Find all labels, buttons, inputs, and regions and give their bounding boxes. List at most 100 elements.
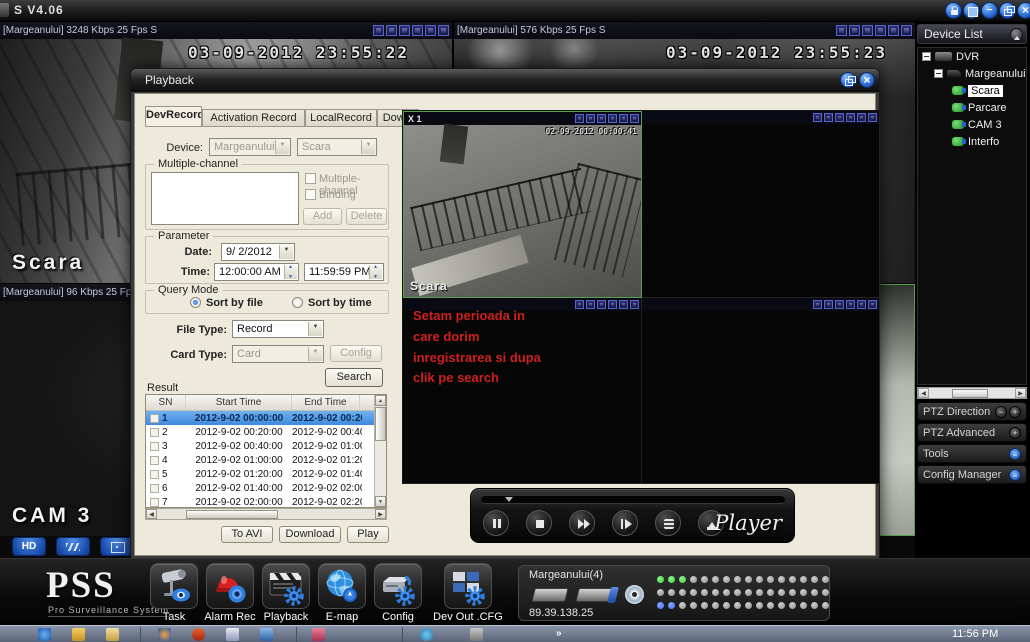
audio-icon[interactable]: [857, 113, 866, 122]
close-icon[interactable]: [630, 114, 639, 123]
rotate-icon[interactable]: [412, 25, 423, 36]
emap-button[interactable]: E-map: [316, 563, 368, 623]
result-row[interactable]: 52012-9-02 01:20:002012-9-02 01:40: [146, 467, 386, 481]
rotate-icon[interactable]: [608, 114, 617, 123]
save-button[interactable]: [963, 2, 980, 19]
multi-view-icon[interactable]: [824, 300, 833, 309]
tools-menu-icon[interactable]: [1009, 448, 1021, 460]
panel-config-manager[interactable]: Config Manager: [917, 465, 1027, 484]
step-forward-button[interactable]: [612, 510, 638, 536]
file-type-select[interactable]: Record: [232, 320, 324, 338]
restore-button[interactable]: [999, 2, 1016, 19]
config-button[interactable]: Config: [330, 345, 382, 362]
fast-forward-button[interactable]: [569, 510, 595, 536]
row-checkbox[interactable]: [150, 498, 159, 507]
tree-node-dvr[interactable]: DVR: [918, 48, 1026, 65]
row-checkbox[interactable]: [150, 484, 159, 493]
to-avi-button[interactable]: To AVI: [221, 526, 273, 543]
preview-cell-1[interactable]: X 1 02-09-2012 00:00:41 Scara: [403, 111, 642, 298]
scroll-left-icon[interactable]: [146, 509, 157, 519]
file-list-button[interactable]: [655, 510, 681, 536]
result-row[interactable]: 12012-9-02 00:00:002012-9-02 00:20: [146, 411, 386, 425]
snapshot-icon[interactable]: [597, 114, 606, 123]
panel-ptz-advanced[interactable]: PTZ Advanced: [917, 423, 1027, 442]
pause-button[interactable]: [483, 510, 509, 536]
preview-cell-3[interactable]: Setam perioada in care dorim inregistrar…: [403, 298, 642, 484]
scroll-right-icon[interactable]: [1015, 388, 1026, 398]
dialog-titlebar[interactable]: Playback: [131, 69, 879, 92]
search-button[interactable]: Search: [325, 368, 383, 387]
os-taskbar[interactable]: 11:56 PM: [0, 625, 1030, 642]
device-select[interactable]: Margeanului: [209, 138, 291, 156]
add-button[interactable]: Add: [303, 208, 342, 225]
expander-icon[interactable]: [922, 52, 931, 61]
multi-view-icon[interactable]: [586, 300, 595, 309]
row-checkbox[interactable]: [150, 428, 159, 437]
audio-icon[interactable]: [888, 25, 899, 36]
panel-ptz-direction[interactable]: PTZ Direction: [917, 402, 1027, 421]
row-checkbox[interactable]: [150, 470, 159, 479]
taskbar-icon[interactable]: [106, 628, 119, 641]
result-row[interactable]: 72012-9-02 02:00:002012-9-02 02:20: [146, 495, 386, 508]
sort-by-time-radio[interactable]: [292, 297, 303, 308]
collapse-toggle-icon[interactable]: [1010, 28, 1023, 41]
sort-by-file-radio[interactable]: [190, 297, 201, 308]
expand-icon[interactable]: [1009, 427, 1021, 439]
tree-node-channel[interactable]: Scara: [918, 82, 1026, 99]
spinner-updown-icon[interactable]: [284, 265, 297, 279]
close-button[interactable]: [1017, 2, 1030, 19]
result-row[interactable]: 42012-9-02 01:00:002012-9-02 01:20: [146, 453, 386, 467]
multi-view-icon[interactable]: [849, 25, 860, 36]
time-start-spinner[interactable]: 12:00:00 AM: [214, 263, 299, 281]
audio-icon[interactable]: [619, 300, 628, 309]
result-row[interactable]: 62012-9-02 01:40:002012-9-02 02:00: [146, 481, 386, 495]
row-checkbox[interactable]: [150, 456, 159, 465]
snapshot-icon[interactable]: [399, 25, 410, 36]
slider-marker[interactable]: [505, 497, 513, 506]
result-horizontal-scrollbar[interactable]: [145, 508, 387, 520]
shuffle-tour-button[interactable]: [56, 537, 90, 556]
preview-cell-4[interactable]: [642, 298, 880, 484]
column-header-end[interactable]: End Time: [292, 395, 360, 410]
taskbar-icon[interactable]: [192, 628, 205, 641]
close-icon[interactable]: [901, 25, 912, 36]
alarm-rec-button[interactable]: Alarm Rec: [204, 563, 256, 623]
close-icon[interactable]: [630, 300, 639, 309]
taskbar-icon[interactable]: [312, 628, 325, 641]
taskbar-icon[interactable]: [420, 628, 433, 641]
tree-node-channel[interactable]: Interfo: [918, 133, 1026, 150]
config-button-toolbar[interactable]: Config: [372, 563, 424, 623]
multiple-channel-checkbox[interactable]: [305, 173, 316, 184]
taskbar-icon[interactable]: [72, 628, 85, 641]
dialog-close-button[interactable]: [859, 72, 875, 88]
dev-out-cfg-button[interactable]: Dev Out .CFG: [442, 563, 494, 623]
record-icon[interactable]: [575, 114, 584, 123]
task-button[interactable]: Task: [148, 563, 200, 623]
result-row[interactable]: 22012-9-02 00:20:002012-9-02 00:40: [146, 425, 386, 439]
device-list-header[interactable]: Device List: [917, 24, 1027, 44]
device-tree-scrollbar[interactable]: [917, 387, 1027, 399]
taskbar-icon[interactable]: [470, 628, 483, 641]
config-menu-icon[interactable]: [1009, 469, 1021, 481]
scrollbar-thumb[interactable]: [186, 510, 278, 519]
preview-cell-2[interactable]: [642, 111, 880, 298]
snapshot-icon[interactable]: [862, 25, 873, 36]
taskbar-icon[interactable]: [38, 628, 51, 641]
row-checkbox[interactable]: [150, 414, 159, 423]
minimize-button[interactable]: [981, 2, 998, 19]
tab-activation-record[interactable]: Activation Record: [202, 109, 305, 126]
multiple-channel-listbox[interactable]: [151, 172, 299, 225]
tree-node-channel[interactable]: CAM 3: [918, 116, 1026, 133]
record-icon[interactable]: [575, 300, 584, 309]
scroll-up-icon[interactable]: [375, 395, 386, 406]
tree-node-label[interactable]: DVR: [956, 51, 979, 63]
date-select[interactable]: 9/ 2/2012: [221, 243, 295, 261]
multi-view-icon[interactable]: [586, 114, 595, 123]
rotate-icon[interactable]: [875, 25, 886, 36]
rotate-icon[interactable]: [846, 113, 855, 122]
stop-button[interactable]: [526, 510, 552, 536]
scroll-right-icon[interactable]: [375, 509, 386, 519]
lock-button[interactable]: [945, 2, 962, 19]
tree-node-label[interactable]: Parcare: [968, 102, 1007, 114]
taskbar-icon[interactable]: [226, 628, 239, 641]
